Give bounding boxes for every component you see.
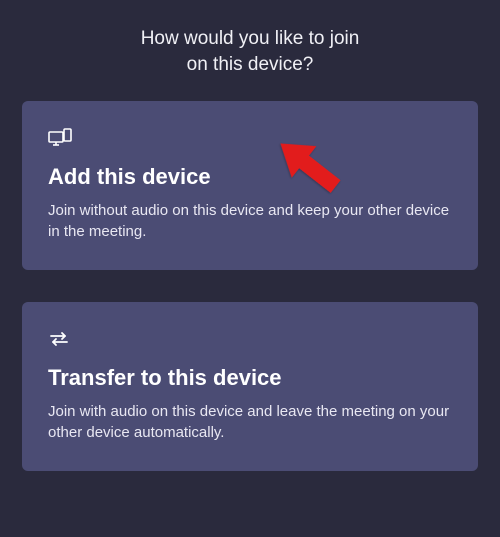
page-title-line1: How would you like to join — [141, 28, 360, 49]
add-device-description: Join without audio on this device and ke… — [48, 200, 452, 242]
add-device-title: Add this device — [48, 164, 452, 190]
add-this-device-card[interactable]: Add this device Join without audio on th… — [22, 101, 478, 270]
page-title: How would you like to join on this devic… — [0, 0, 500, 101]
page-title-line2: on this device? — [187, 54, 314, 75]
transfer-device-description: Join with audio on this device and leave… — [48, 401, 452, 443]
transfer-device-title: Transfer to this device — [48, 365, 452, 391]
transfer-icon — [48, 328, 452, 355]
transfer-to-device-card[interactable]: Transfer to this device Join with audio … — [22, 302, 478, 471]
devices-icon — [48, 127, 452, 154]
option-cards: Add this device Join without audio on th… — [0, 101, 500, 471]
